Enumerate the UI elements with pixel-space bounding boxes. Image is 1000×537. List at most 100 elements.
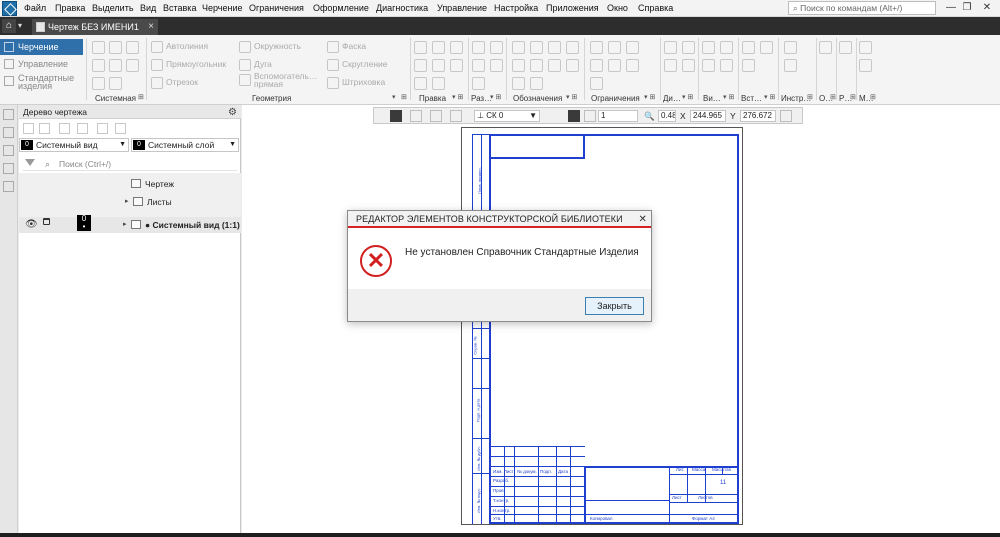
y-coord-field[interactable]: 276.672 <box>740 110 776 122</box>
save-icon[interactable] <box>126 41 139 54</box>
position-icon[interactable] <box>548 59 561 72</box>
menu-diagnostics[interactable]: Диагностика <box>376 3 428 13</box>
calculator-icon[interactable] <box>784 41 797 54</box>
group-caret-icon[interactable]: ⊞ <box>870 93 876 101</box>
projection-view-icon[interactable] <box>720 41 733 54</box>
angle-dimension-icon[interactable] <box>490 41 503 54</box>
close-icon[interactable]: ✕ <box>639 211 647 228</box>
menu-applications[interactable]: Приложения <box>546 3 599 13</box>
open-icon[interactable] <box>109 41 122 54</box>
group-caret-icon[interactable]: ▾ <box>392 93 396 101</box>
tree-sort-icon[interactable] <box>39 123 50 134</box>
view-select[interactable]: 0 Системный вид ▼ <box>19 138 129 152</box>
tree-image-icon[interactable] <box>115 123 126 134</box>
group-caret-icon[interactable]: ⊞ <box>401 93 407 101</box>
perpendicular-constraint-icon[interactable] <box>590 59 603 72</box>
menu-constraints[interactable]: Ограничения <box>249 3 304 13</box>
extend-icon[interactable] <box>432 77 445 90</box>
insert-fragment-icon[interactable] <box>742 41 755 54</box>
tool-arc[interactable]: Дуга <box>238 57 272 71</box>
distance-icon[interactable] <box>664 59 677 72</box>
tree-filter-tool-icon[interactable] <box>23 123 34 134</box>
tool-fillet[interactable]: Скругление <box>326 57 388 71</box>
mirror-icon[interactable] <box>414 59 427 72</box>
chevron-down-icon[interactable]: ▾ <box>18 19 28 33</box>
undo-icon[interactable] <box>109 59 122 72</box>
mode-manage[interactable]: Управление <box>0 56 83 72</box>
mode-drawing[interactable]: Черчение <box>0 39 83 55</box>
measure-icon[interactable] <box>682 41 695 54</box>
local-view-icon[interactable] <box>702 59 715 72</box>
layers-icon[interactable] <box>839 41 852 54</box>
cs-select[interactable]: ⊥ СК 0 ▼ <box>474 110 540 122</box>
command-search-input[interactable]: ⌕ Поиск по командам (Alt+/) <box>788 1 936 15</box>
cs-orientation-icon[interactable] <box>430 110 442 122</box>
delete-icon[interactable] <box>414 77 427 90</box>
radial-dimension-icon[interactable] <box>472 59 485 72</box>
mode-standard-parts[interactable]: Стандартные изделия <box>0 73 80 91</box>
fix-constraint-icon[interactable] <box>590 77 603 90</box>
diameter-dimension-icon[interactable] <box>490 59 503 72</box>
linear-dimension-icon[interactable] <box>472 77 485 90</box>
link-icon[interactable] <box>859 59 872 72</box>
layer-select[interactable]: 0 Системный слой ▼ <box>131 138 239 152</box>
gear-icon[interactable]: ⚙ <box>228 106 237 120</box>
cs-arrow-icon[interactable] <box>450 110 462 122</box>
tangent-constraint-icon[interactable] <box>626 59 639 72</box>
leader-icon[interactable] <box>530 41 543 54</box>
tree-panel-icon[interactable] <box>3 109 14 120</box>
tool-chamfer[interactable]: Фаска <box>326 39 366 53</box>
tree-layers-icon[interactable] <box>77 123 88 134</box>
group-caret-icon[interactable]: ▾ ⊞ <box>644 93 655 101</box>
menu-edit[interactable]: Правка <box>55 3 85 13</box>
tree-node-system-view[interactable]: ▸ ● Системный вид (1:1) <box>19 218 241 232</box>
menu-manage[interactable]: Управление <box>437 3 487 13</box>
tool-hatch[interactable]: Штриховка <box>326 75 385 89</box>
tree-views-icon[interactable] <box>97 123 108 134</box>
menu-layout[interactable]: Оформление <box>313 3 369 13</box>
table-icon[interactable] <box>530 59 543 72</box>
break-view-icon[interactable] <box>720 59 733 72</box>
drawing-sheet[interactable]: Перв. примен. Справ. № Подп. и дата Инв.… <box>461 127 743 525</box>
tab-close-icon[interactable]: × <box>148 19 154 35</box>
dimension-icon[interactable] <box>472 41 485 54</box>
group-caret-icon[interactable]: ▾ ⊞ <box>490 93 501 101</box>
new-icon[interactable] <box>92 41 105 54</box>
group-caret-icon[interactable]: ▾ ⊞ <box>682 93 693 101</box>
tree-group-icon[interactable] <box>59 123 70 134</box>
variables-panel-icon[interactable] <box>3 127 14 138</box>
paste-icon[interactable] <box>109 77 122 90</box>
properties-panel-icon[interactable] <box>3 181 14 192</box>
pin-icon[interactable] <box>780 110 792 122</box>
menu-settings[interactable]: Настройка <box>494 3 538 13</box>
x-coord-field[interactable]: 244.965 <box>690 110 726 122</box>
tab-document[interactable]: Чертеж БЕЗ ИМЕНИ1 × <box>32 19 158 35</box>
libraries-panel-icon[interactable] <box>3 163 14 174</box>
tool-rectangle[interactable]: Прямоугольник <box>150 57 226 71</box>
vertical-constraint-icon[interactable] <box>608 41 621 54</box>
tree-node-drawing[interactable]: Чертеж <box>19 177 241 191</box>
menu-insert[interactable]: Вставка <box>163 3 196 13</box>
copy-icon[interactable] <box>432 41 445 54</box>
macro-icon[interactable] <box>859 41 872 54</box>
step-icon[interactable] <box>584 110 596 122</box>
insert-image-icon[interactable] <box>760 41 773 54</box>
app-logo-icon[interactable] <box>2 1 17 16</box>
text-icon[interactable] <box>512 59 525 72</box>
tool-autoline[interactable]: Автолиния <box>150 39 208 53</box>
zoom-field[interactable]: 0.486 <box>658 110 676 122</box>
expand-caret-icon[interactable]: ▸ <box>123 218 127 232</box>
tree-search-input[interactable]: ⌕ Поиск (Ctrl+/) <box>23 157 237 171</box>
scale-icon[interactable] <box>432 59 445 72</box>
group-caret-icon[interactable]: ▾ ⊞ <box>723 93 734 101</box>
menu-help[interactable]: Справка <box>638 3 673 13</box>
mark-icon[interactable] <box>566 59 579 72</box>
roughness-icon[interactable] <box>512 41 525 54</box>
section-icon[interactable] <box>512 77 525 90</box>
menu-view[interactable]: Вид <box>140 3 156 13</box>
new-view-icon[interactable] <box>702 41 715 54</box>
base-icon[interactable] <box>566 41 579 54</box>
print-icon[interactable] <box>92 59 105 72</box>
variables-icon[interactable] <box>784 59 797 72</box>
tool-auxiliary-line[interactable]: Вспомогатель… прямая <box>238 72 324 90</box>
